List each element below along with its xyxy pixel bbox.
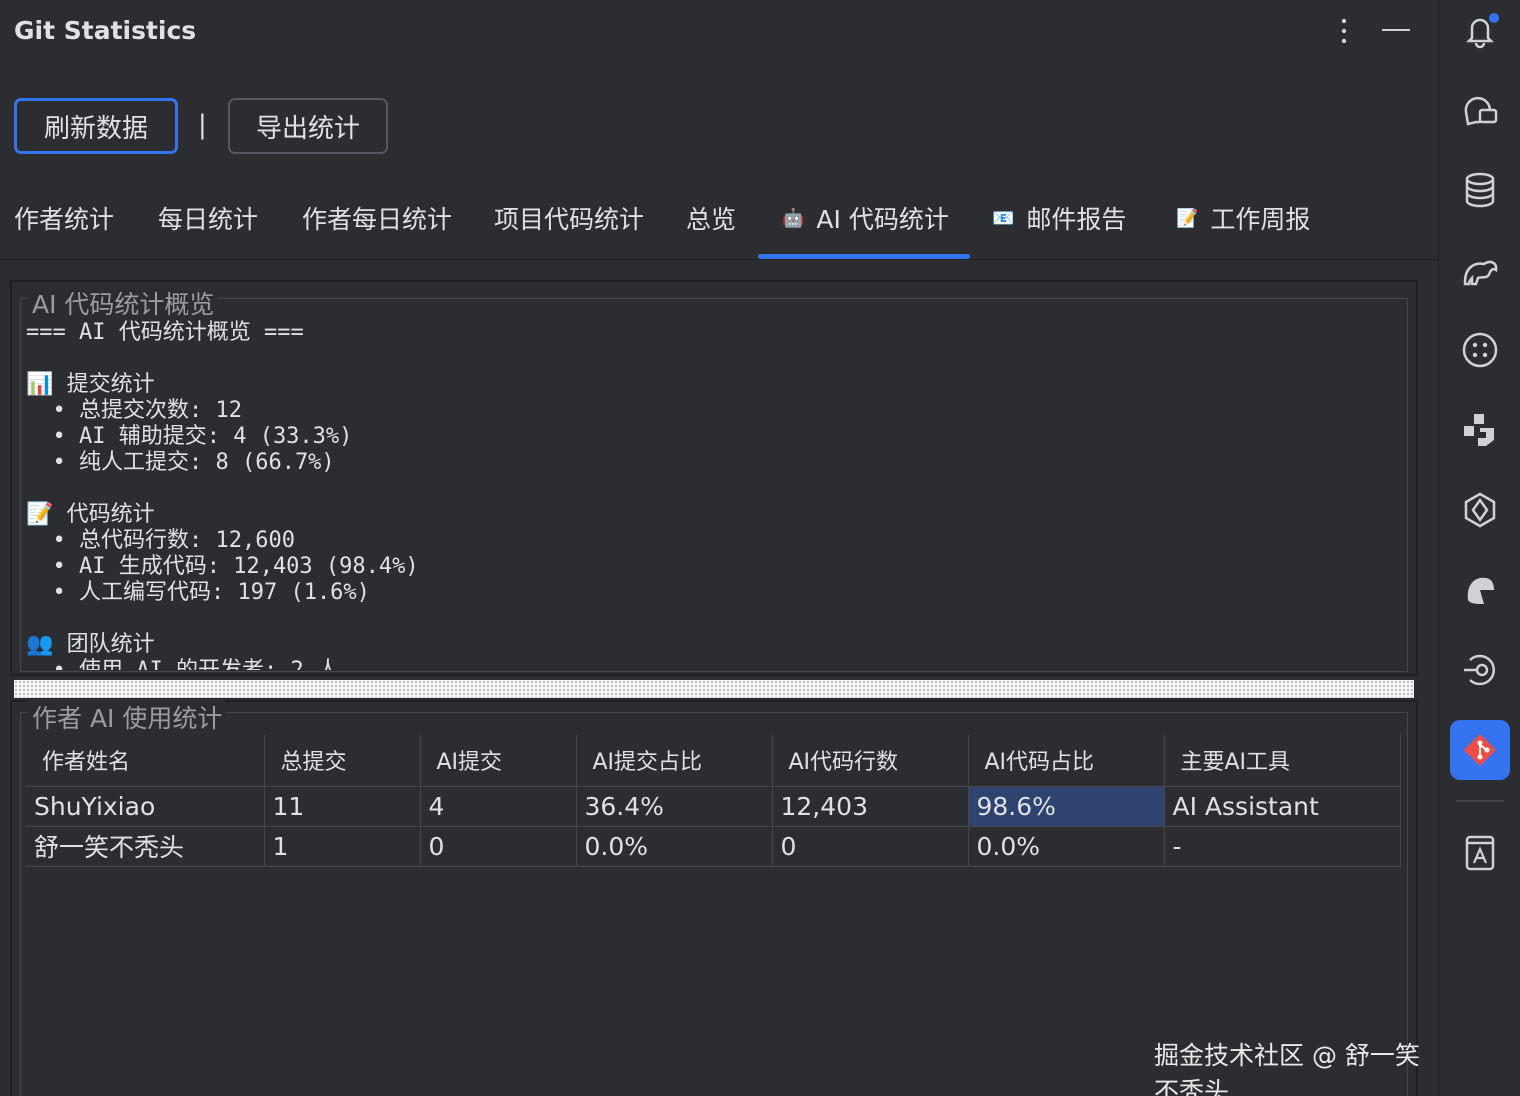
database-icon[interactable] [1458,168,1502,212]
selected-tab-indicator [758,254,970,259]
table-header-row: 作者姓名 总提交 AI提交 AI提交占比 AI代码行数 AI代码占比 主要AI工… [26,734,1401,787]
gradle-elephant-icon[interactable] [1458,248,1502,292]
column-header[interactable]: 作者姓名 [26,734,265,787]
tool-plugin-icon[interactable] [1458,408,1502,452]
table-cell[interactable]: 36.4% [576,786,773,827]
minimize-icon[interactable] [1382,29,1410,31]
table-cell[interactable]: ShuYixiao [26,786,265,827]
table-cell[interactable]: 4 [420,786,577,827]
notification-bell-icon[interactable] [1458,8,1502,52]
overview-legend: AI 代码统计概览 [28,285,219,321]
tab-weekly-report[interactable]: 📝 工作周报 [1176,200,1310,236]
table-cell[interactable]: 11 [264,786,421,827]
tab-overview[interactable]: 总览 [686,200,736,236]
window-title: Git Statistics [14,16,197,45]
tab-author-stats[interactable]: 作者统计 [14,200,114,236]
robot-icon: 🤖 [782,207,805,229]
ai-chat-icon[interactable] [1458,88,1502,132]
table-cell[interactable]: 0 [420,826,577,867]
split-pane-divider[interactable] [14,680,1414,698]
sidebar-separator [1456,800,1504,802]
table-row[interactable]: 舒一笑不秃头 1 0 0.0% 0 0.0% - [26,826,1401,867]
translate-icon[interactable] [1458,830,1502,874]
table-cell[interactable]: - [1164,826,1401,867]
table-cell[interactable]: 舒一笑不秃头 [26,826,265,867]
table-cell[interactable]: 0.0% [968,826,1165,867]
column-header[interactable]: AI代码占比 [968,734,1165,787]
overview-text[interactable]: === AI 代码统计概览 === 📊 提交统计 • 总提交次数: 12 • A… [26,320,1406,670]
table-cell[interactable]: 0 [772,826,969,867]
tab-project-code-stats[interactable]: 项目代码统计 [494,200,644,236]
author-stats-legend: 作者 AI 使用统计 [28,699,227,735]
table-row[interactable]: ShuYixiao 11 4 36.4% 12,403 98.6% AI Ass… [26,786,1401,827]
column-header[interactable]: AI代码行数 [772,734,969,787]
ai-assistant-icon[interactable] [1458,488,1502,532]
watermark: 掘金技术社区 @ 舒一笑不秃头 [1154,1041,1420,1096]
right-tool-window-bar [1438,0,1520,1096]
selected-table-cell[interactable]: 98.6% [968,786,1165,827]
tab-email-report[interactable]: 📧 邮件报告 [992,200,1126,236]
table-cell[interactable]: AI Assistant [1164,786,1401,827]
export-stats-button[interactable]: 导出统计 [228,98,388,154]
dots-grid-icon[interactable] [1458,328,1502,372]
git-statistics-panel: Git Statistics 刷新数据 | 导出统计 作者统计 每日统计 作者每… [0,0,1438,1096]
refresh-data-button[interactable]: 刷新数据 [14,98,178,154]
author-stats-table: 作者姓名 总提交 AI提交 AI提交占比 AI代码行数 AI代码占比 主要AI工… [26,734,1401,867]
column-header[interactable]: AI提交 [420,734,577,787]
tab-bar: 作者统计 每日统计 作者每日统计 项目代码统计 总览 🤖 AI 代码统计 📧 邮件报… [0,180,1438,260]
column-header[interactable]: 主要AI工具 [1164,734,1401,787]
memo-icon: 📝 [1176,207,1199,229]
target-icon[interactable] [1458,648,1502,692]
more-options-icon[interactable] [1334,14,1354,48]
toolbar-separator: | [198,110,207,140]
tab-daily-stats[interactable]: 每日统计 [158,200,258,236]
codeium-icon[interactable] [1458,568,1502,612]
tab-ai-code-stats[interactable]: 🤖 AI 代码统计 [782,200,949,236]
table-cell[interactable]: 0.0% [576,826,773,867]
git-statistics-icon[interactable] [1450,720,1510,780]
column-header[interactable]: 总提交 [264,734,421,787]
table-cell[interactable]: 12,403 [772,786,969,827]
column-header[interactable]: AI提交占比 [576,734,773,787]
email-icon: 📧 [992,207,1015,229]
tab-author-daily-stats[interactable]: 作者每日统计 [302,200,452,236]
table-cell[interactable]: 1 [264,826,421,867]
